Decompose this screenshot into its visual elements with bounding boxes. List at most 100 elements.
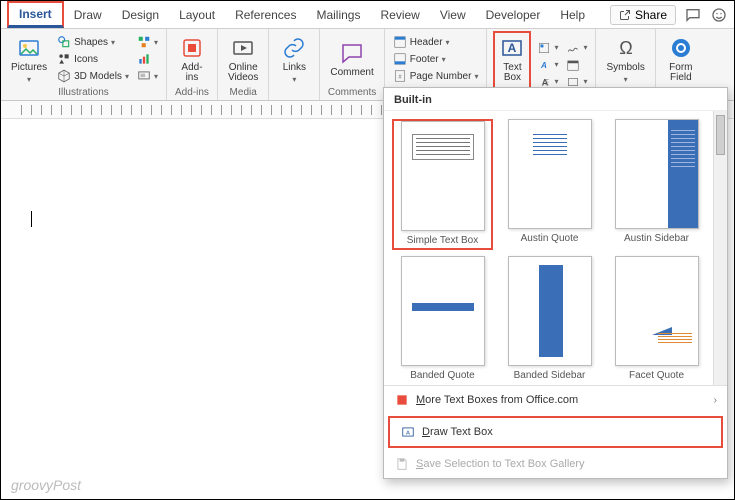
share-label: Share <box>635 8 667 22</box>
screenshot-icon <box>137 69 151 83</box>
date-icon <box>566 58 580 72</box>
form-field-button[interactable]: Form Field <box>662 33 700 85</box>
more-text-boxes-label: More Text Boxes from Office.com <box>416 394 578 406</box>
tab-review[interactable]: Review <box>370 4 429 26</box>
svg-text:#: # <box>398 74 402 80</box>
signature-line-button[interactable]: ▾ <box>564 40 589 56</box>
tab-help[interactable]: Help <box>550 4 595 26</box>
tab-design[interactable]: Design <box>112 4 169 26</box>
tab-bar: Insert Draw Design Layout References Mai… <box>1 1 734 29</box>
chart-button[interactable] <box>135 51 160 67</box>
addins-icon <box>179 35 205 61</box>
more-text-boxes-item[interactable]: More Text Boxes from Office.com › <box>384 386 727 414</box>
gallery-item-label: Austin Sidebar <box>624 233 689 244</box>
pictures-icon <box>16 35 42 61</box>
gallery-item-label: Banded Quote <box>410 370 475 381</box>
header-label: Header <box>410 37 443 48</box>
gallery-item-label: Simple Text Box <box>407 235 479 246</box>
quick-parts-button[interactable]: ▾ <box>535 40 560 56</box>
online-videos-button[interactable]: Online Videos <box>224 33 262 85</box>
comment-label: Comment <box>330 68 373 78</box>
draw-text-box-label: Draw Text Box <box>422 426 493 438</box>
dropdown-section-header: Built-in <box>384 88 727 111</box>
addins-button[interactable]: Add- ins <box>173 33 211 85</box>
shapes-button[interactable]: Shapes▾ <box>55 34 131 50</box>
page-number-button[interactable]: #Page Number▾ <box>391 68 481 84</box>
gallery-scrollbar[interactable] <box>713 111 727 385</box>
symbols-button[interactable]: Ω Symbols ▾ <box>602 33 648 86</box>
gallery-item-facet-quote[interactable]: Facet Quote <box>606 256 707 381</box>
svg-text:Ω: Ω <box>619 38 632 58</box>
smartart-button[interactable]: ▾ <box>135 34 160 50</box>
date-time-button[interactable] <box>564 57 589 73</box>
chevron-right-icon: › <box>714 395 717 406</box>
watermark: groovyPost <box>11 477 81 493</box>
save-selection-label: Save Selection to Text Box Gallery <box>416 458 585 470</box>
tab-insert[interactable]: Insert <box>7 1 64 28</box>
comment-icon <box>339 40 365 66</box>
gallery-item-label: Facet Quote <box>629 370 684 381</box>
svg-text:A: A <box>508 41 517 55</box>
svg-text:A: A <box>541 60 548 69</box>
page-number-icon: # <box>393 69 407 83</box>
header-button[interactable]: Header▾ <box>391 34 481 50</box>
tab-layout[interactable]: Layout <box>169 4 225 26</box>
tab-mailings[interactable]: Mailings <box>306 4 370 26</box>
draw-text-box-item[interactable]: A Draw Text Box <box>388 416 723 448</box>
gallery-item-label: Banded Sidebar <box>514 370 586 381</box>
shapes-icon <box>57 35 71 49</box>
footer-label: Footer <box>410 54 439 65</box>
icons-icon <box>57 52 71 66</box>
tab-view[interactable]: View <box>430 4 476 26</box>
addins-group-label: Add-ins <box>173 87 211 100</box>
form-field-label: Form Field <box>669 63 692 83</box>
draw-text-box-icon: A <box>400 424 416 440</box>
media-group-label: Media <box>224 87 262 100</box>
3d-models-button[interactable]: 3D Models▾ <box>55 68 131 84</box>
gallery-item-banded-sidebar[interactable]: Banded Sidebar <box>499 256 600 381</box>
comment-button[interactable]: Comment <box>326 38 377 80</box>
screenshot-button[interactable]: ▾ <box>135 68 160 84</box>
comments-group-label: Comments <box>326 87 377 100</box>
text-box-gallery: Simple Text Box Austin Quote Austin Side… <box>384 111 713 385</box>
illustrations-group-label: Illustrations <box>7 87 160 100</box>
wordart-icon: A <box>537 58 551 72</box>
gallery-item-simple-text-box[interactable]: Simple Text Box <box>392 119 493 250</box>
omega-icon: Ω <box>613 35 639 61</box>
pictures-label: Pictures <box>11 63 47 73</box>
text-box-label: Text Box <box>503 63 521 83</box>
icons-button[interactable]: Icons <box>55 51 131 67</box>
chevron-down-icon: ▾ <box>27 75 31 84</box>
gallery-item-austin-sidebar[interactable]: Austin Sidebar <box>606 119 707 250</box>
tab-developer[interactable]: Developer <box>476 4 551 26</box>
group-addins: Add- ins Add-ins <box>167 29 218 100</box>
icons-label: Icons <box>74 54 98 65</box>
quick-parts-icon <box>537 41 551 55</box>
links-button[interactable]: Links ▾ <box>275 33 313 86</box>
pictures-button[interactable]: Pictures ▾ <box>7 33 51 86</box>
group-comments: Comment Comments <box>320 29 384 100</box>
gallery-item-label: Austin Quote <box>521 233 579 244</box>
text-box-icon: A <box>499 35 525 61</box>
group-illustrations: Pictures ▾ Shapes▾ Icons 3D Models▾ ▾ <box>1 29 167 100</box>
tab-references[interactable]: References <box>225 4 306 26</box>
tab-draw[interactable]: Draw <box>64 4 112 26</box>
header-icon <box>393 35 407 49</box>
svg-text:A: A <box>406 430 410 436</box>
gallery-item-austin-quote[interactable]: Austin Quote <box>499 119 600 250</box>
smiley-icon[interactable] <box>710 6 728 24</box>
share-button[interactable]: Share <box>610 5 676 25</box>
gallery-item-banded-quote[interactable]: Banded Quote <box>392 256 493 381</box>
group-media: Online Videos Media <box>218 29 269 100</box>
text-cursor <box>31 211 32 227</box>
page-number-label: Page Number <box>410 71 472 82</box>
chart-icon <box>137 52 151 66</box>
links-label: Links <box>283 63 306 73</box>
comments-pane-icon[interactable] <box>684 6 702 24</box>
save-icon <box>394 456 410 472</box>
addins-label: Add- ins <box>181 63 202 83</box>
wordart-button[interactable]: A▾ <box>535 57 560 73</box>
online-videos-label: Online Videos <box>228 63 258 83</box>
footer-button[interactable]: Footer▾ <box>391 51 481 67</box>
text-box-dropdown: Built-in Simple Text Box Austin Quote Au… <box>383 87 728 479</box>
